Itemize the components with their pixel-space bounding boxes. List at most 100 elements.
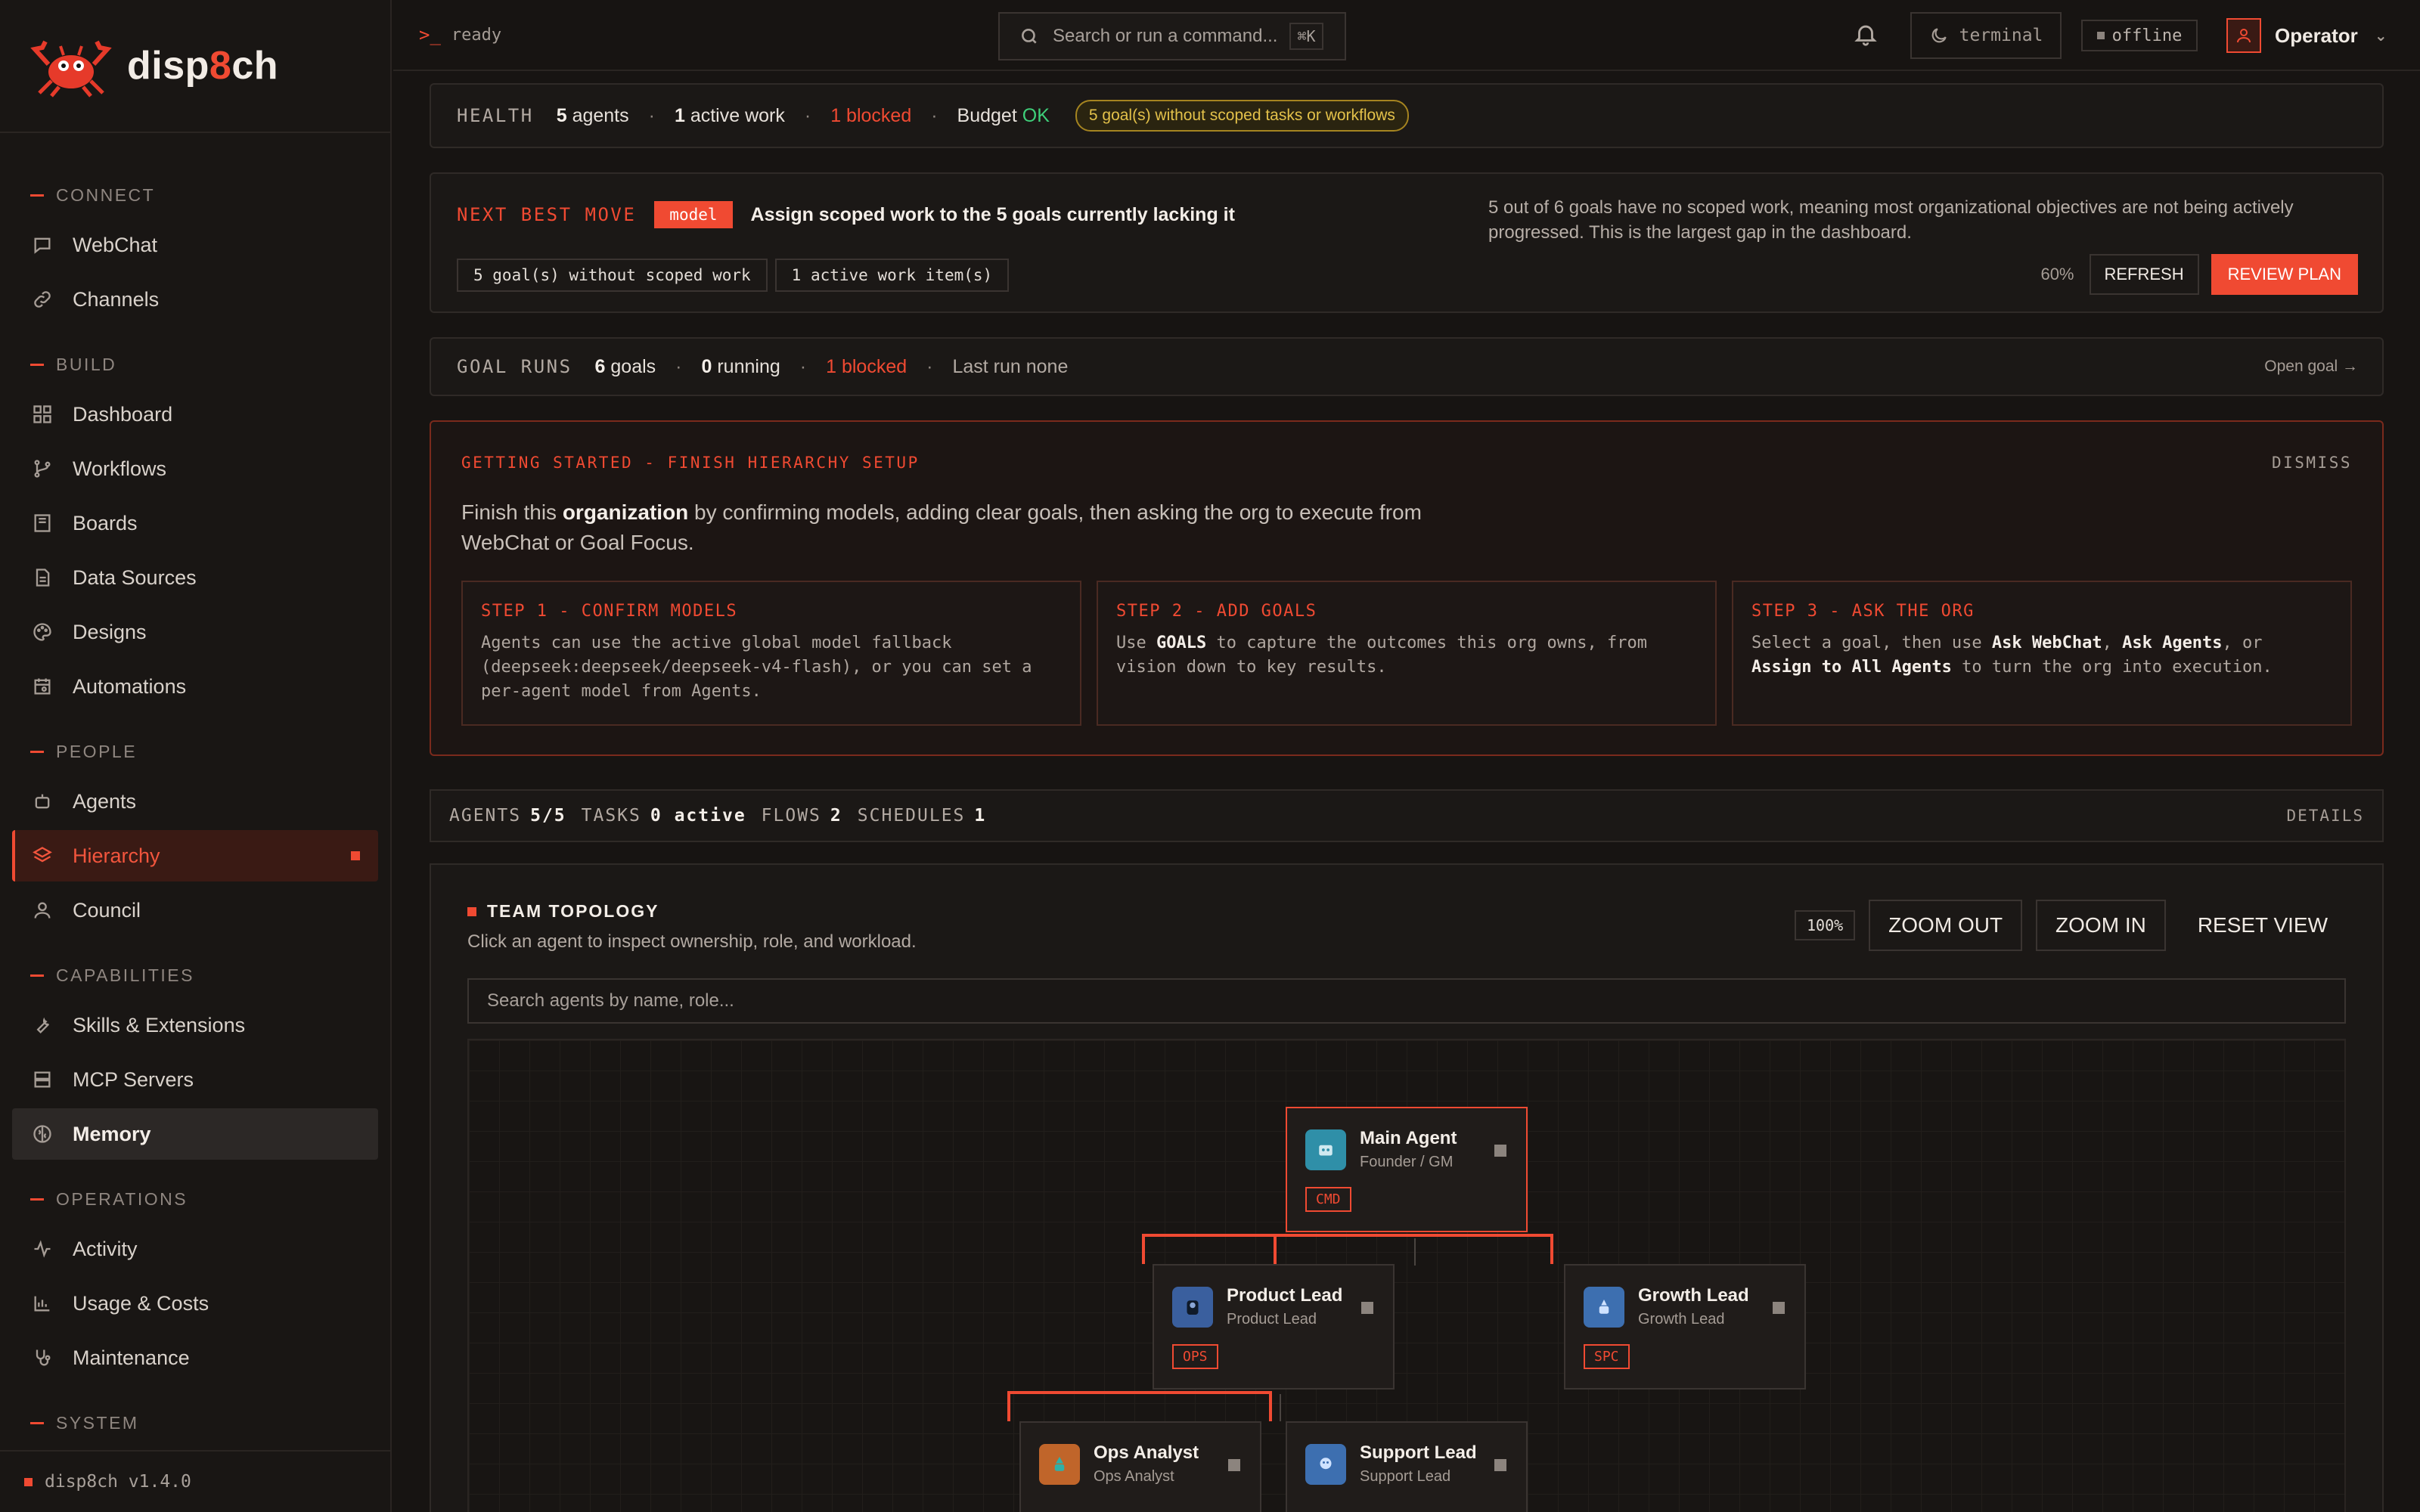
theme-toggle[interactable]: terminal: [1910, 12, 2062, 59]
sidebar-item-memory[interactable]: Memory: [12, 1108, 378, 1160]
context-chip: 5 goal(s) without scoped work: [457, 259, 768, 292]
sidebar-item-hierarchy[interactable]: Hierarchy: [12, 830, 378, 881]
user-menu[interactable]: Operator ⌄: [2226, 18, 2387, 53]
agent-search-input[interactable]: Search agents by name, role...: [467, 978, 2346, 1024]
main-content: HEALTH 5 agents · 1 active work · 1 bloc…: [393, 71, 2420, 1512]
board-icon: [32, 513, 53, 534]
edge: [1142, 1234, 1277, 1237]
sidebar-nav: CONNECT WebChat Channels BUILD Dashboard…: [0, 133, 390, 1444]
brand[interactable]: disp8ch: [0, 0, 390, 133]
status-indicator: [1773, 1302, 1785, 1314]
getting-started-panel: GETTING STARTED - FINISH HIERARCHY SETUP…: [430, 420, 2384, 756]
dismiss-button[interactable]: DISMISS: [2272, 454, 2352, 472]
sidebar-item-activity[interactable]: Activity: [12, 1223, 378, 1275]
user-icon: [32, 900, 53, 921]
agent-node-main[interactable]: Main Agent Founder / GM CMD: [1286, 1107, 1528, 1232]
notifications-button[interactable]: [1853, 21, 1882, 50]
terminal-status: >_ ready: [419, 24, 502, 45]
calendar-icon: [32, 676, 53, 697]
sidebar-item-channels[interactable]: Channels: [12, 274, 378, 325]
role-tag: CMD: [1305, 1187, 1351, 1212]
topology-canvas[interactable]: Main Agent Founder / GM CMD Product Lead…: [467, 1039, 2346, 1512]
reset-view-button[interactable]: RESET VIEW: [2180, 901, 2346, 950]
sidebar-item-data-sources[interactable]: Data Sources: [12, 552, 378, 603]
status-indicator: [1494, 1145, 1506, 1157]
stats-bar: AGENTS 5/5 TASKS 0 active FLOWS 2 SCHEDULES…: [430, 789, 2384, 842]
robot-icon: [32, 791, 53, 812]
health-bar: HEALTH 5 agents · 1 active work · 1 bloc…: [430, 83, 2384, 148]
agent-node-ops-analyst[interactable]: Ops Analyst Ops Analyst: [1019, 1421, 1261, 1512]
robot-icon: [1054, 1457, 1065, 1471]
sidebar-item-designs[interactable]: Designs: [12, 606, 378, 658]
brand-name: disp8ch: [127, 44, 279, 88]
agent-node-growth-lead[interactable]: Growth Lead Growth Lead SPC: [1564, 1264, 1806, 1390]
sidebar-item-skills[interactable]: Skills & Extensions: [12, 999, 378, 1051]
section-system: SYSTEM: [0, 1402, 390, 1444]
confidence: 60%: [2040, 265, 2074, 284]
stethoscope-icon: [32, 1347, 53, 1368]
sidebar-item-usage[interactable]: Usage & Costs: [12, 1278, 378, 1329]
role-tag: OPS: [1172, 1344, 1218, 1369]
activity-icon: [32, 1238, 53, 1259]
section-people: PEOPLE: [0, 730, 390, 773]
robot-icon: [1599, 1300, 1609, 1314]
agent-avatar: [1039, 1444, 1080, 1485]
sidebar-item-maintenance[interactable]: Maintenance: [12, 1332, 378, 1383]
sidebar-item-agents[interactable]: Agents: [12, 776, 378, 827]
avatar: [2226, 18, 2261, 53]
section-connect: CONNECT: [0, 174, 390, 216]
agent-node-support-lead[interactable]: Support Lead Support Lead: [1286, 1421, 1528, 1512]
zoom-out-button[interactable]: ZOOM OUT: [1869, 900, 2023, 951]
branch-icon: [32, 458, 53, 479]
shortcut-hint: ⌘K: [1289, 23, 1323, 50]
sidebar-item-boards[interactable]: Boards: [12, 497, 378, 549]
agent-avatar: [1305, 1129, 1346, 1170]
connection-status: offline: [2081, 20, 2198, 51]
sidebar-item-dashboard[interactable]: Dashboard: [12, 389, 378, 440]
sidebar-item-webchat[interactable]: WebChat: [12, 219, 378, 271]
sidebar-item-mcp-servers[interactable]: MCP Servers: [12, 1054, 378, 1105]
role-tag: SPC: [1584, 1344, 1630, 1369]
sidebar-item-council[interactable]: Council: [12, 885, 378, 936]
move-description: 5 out of 6 goals have no scoped work, me…: [1488, 197, 2294, 243]
edge: [1142, 1234, 1145, 1264]
edge: [1007, 1391, 1010, 1421]
warning-badge[interactable]: 5 goal(s) without scoped tasks or workfl…: [1075, 100, 1409, 132]
topbar: >_ ready Search or run a command... ⌘K te…: [393, 0, 2420, 71]
goal-runs-bar: GOAL RUNS 6 goals · 0 running · 1 blocke…: [430, 337, 2384, 396]
status-indicator: [1228, 1459, 1240, 1471]
brain-icon: [32, 1123, 53, 1145]
command-search[interactable]: Search or run a command... ⌘K: [998, 12, 1346, 60]
agent-avatar: [1305, 1444, 1346, 1485]
refresh-button[interactable]: REFRESH: [2089, 254, 2199, 295]
step-add-goals: STEP 2 - ADD GOALS Use GOALS to capture …: [1097, 581, 1717, 726]
open-goal-link[interactable]: Open goal →: [2264, 358, 2358, 376]
details-button[interactable]: DETAILS: [2286, 807, 2364, 825]
layers-icon: [32, 845, 53, 866]
chart-icon: [32, 1293, 53, 1314]
edge: [1280, 1394, 1281, 1421]
sidebar-item-automations[interactable]: Automations: [12, 661, 378, 712]
review-plan-button[interactable]: REVIEW PLAN: [2211, 254, 2358, 295]
topology-title: TEAM TOPOLOGY: [467, 901, 659, 922]
chevron-down-icon: ⌄: [2374, 27, 2387, 45]
zoom-in-button[interactable]: ZOOM IN: [2036, 900, 2166, 951]
next-best-move: NEXT BEST MOVE model Assign scoped work …: [430, 172, 2384, 313]
prompt-icon: >_: [419, 24, 441, 45]
sidebar-item-workflows[interactable]: Workflows: [12, 443, 378, 494]
edge: [1414, 1238, 1416, 1266]
agent-node-product-lead[interactable]: Product Lead Product Lead OPS: [1153, 1264, 1395, 1390]
section-operations: OPERATIONS: [0, 1178, 390, 1220]
robot-icon: [1319, 1145, 1333, 1156]
getting-started-intro: Finish this organization by confirming m…: [461, 500, 1422, 554]
team-topology: TEAM TOPOLOGY Click an agent to inspect …: [430, 863, 2384, 1512]
topology-subtitle: Click an agent to inspect ownership, rol…: [467, 931, 917, 952]
zoom-level: 100%: [1795, 910, 1856, 940]
user-icon: [2237, 29, 2251, 43]
dashboard-icon: [32, 404, 53, 425]
agent-avatar: [1172, 1287, 1213, 1328]
step-ask-org: STEP 3 - ASK THE ORG Select a goal, then…: [1732, 581, 2352, 726]
step-confirm-models: STEP 1 - CONFIRM MODELS Agents can use t…: [461, 581, 1081, 726]
section-capabilities: CAPABILITIES: [0, 954, 390, 996]
edge: [1274, 1234, 1553, 1237]
